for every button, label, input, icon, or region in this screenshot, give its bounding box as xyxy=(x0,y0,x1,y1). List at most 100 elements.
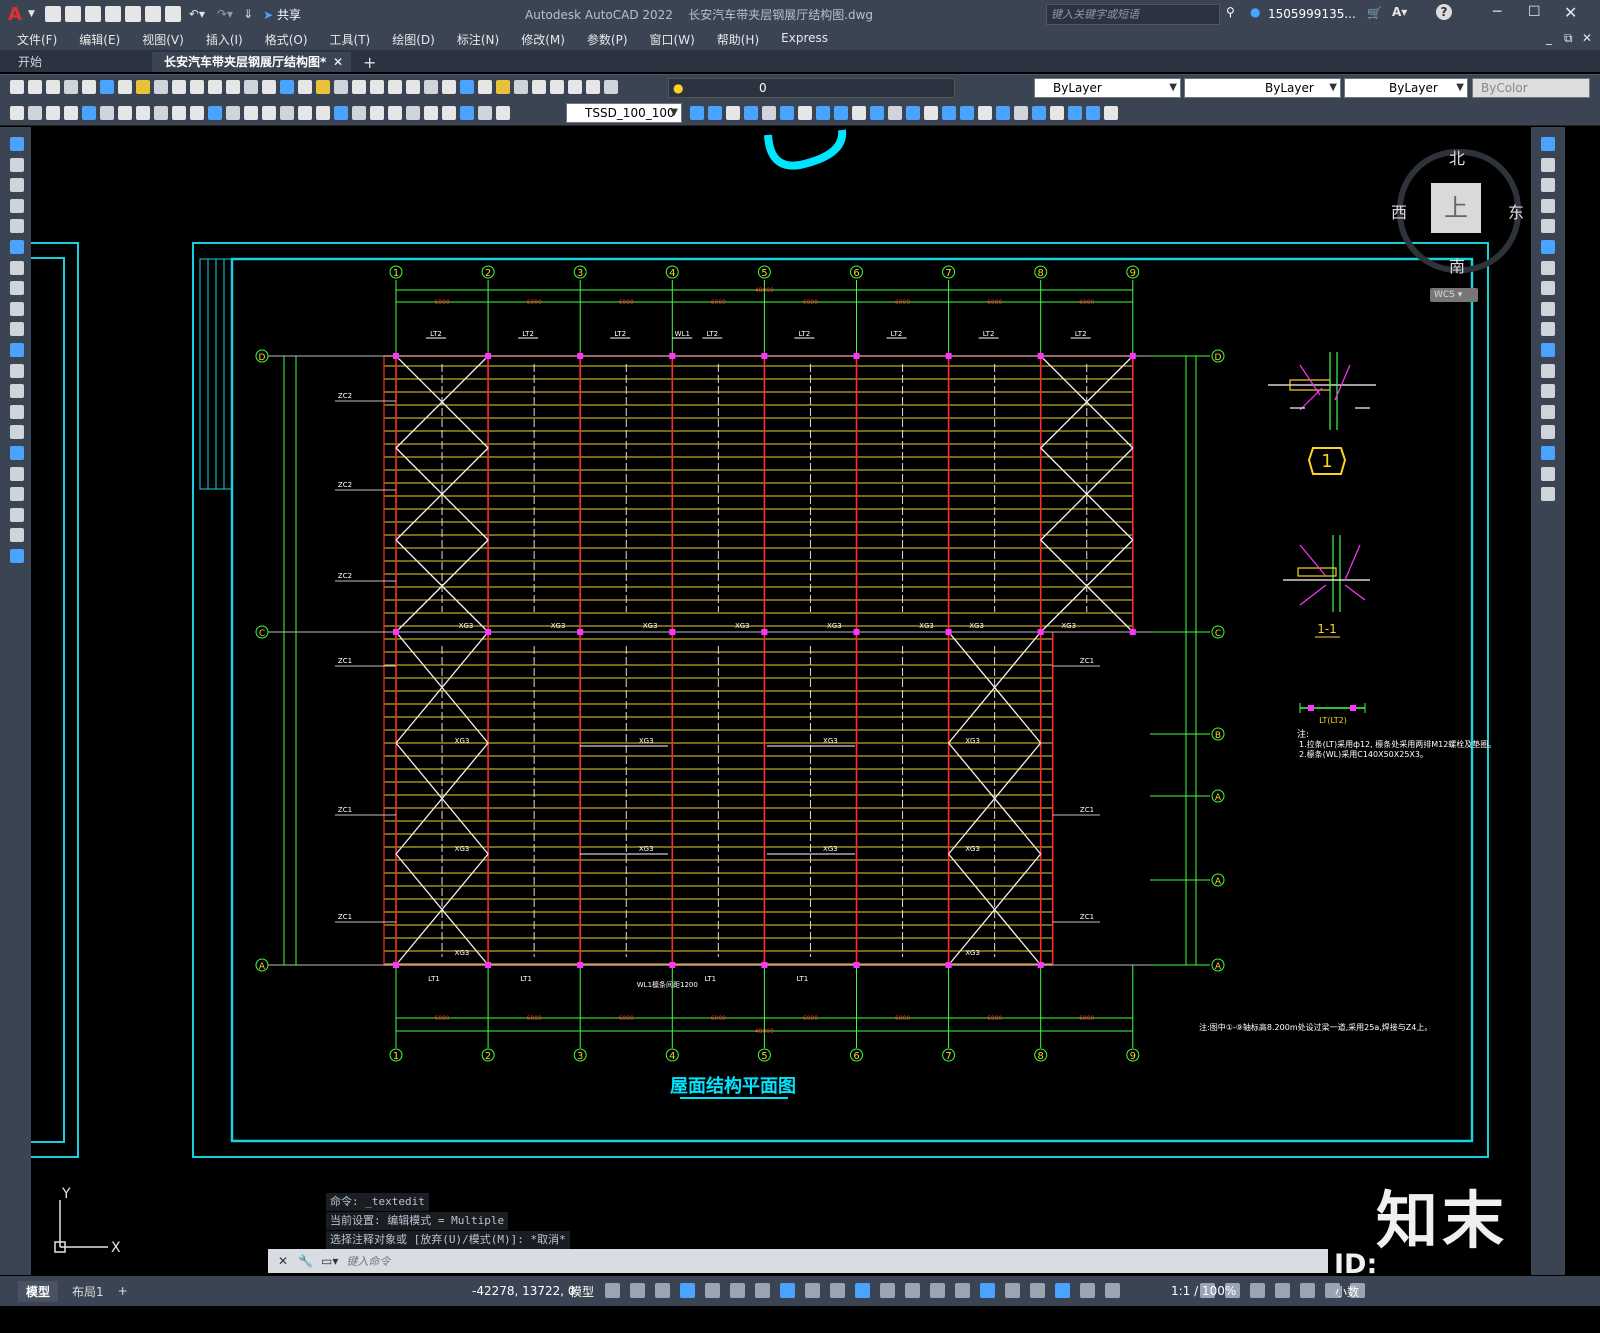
model-space-button[interactable]: 模型 xyxy=(570,1283,594,1300)
modify-side-tool-3-icon[interactable] xyxy=(1541,198,1555,213)
draw-tool-5-icon[interactable] xyxy=(10,240,24,254)
draw-tool-3-icon[interactable] xyxy=(10,198,24,213)
standard-tool-29-icon[interactable] xyxy=(532,79,546,94)
standard-tool-26-icon[interactable] xyxy=(478,79,492,94)
dim-tool-16-icon[interactable] xyxy=(298,105,312,120)
modify-side-tool-13-icon[interactable] xyxy=(1541,404,1555,419)
status-toggle-17-icon[interactable] xyxy=(1030,1283,1045,1298)
modify-tool-0-icon[interactable] xyxy=(690,105,704,120)
status-toggle-4-icon[interactable] xyxy=(705,1283,720,1298)
standard-tool-21-icon[interactable] xyxy=(388,79,402,94)
draw-tool-11-icon[interactable] xyxy=(10,363,24,378)
status-toggle-6-icon[interactable] xyxy=(755,1283,770,1298)
status-toggle-12-icon[interactable] xyxy=(905,1283,920,1298)
modify-side-tool-4-icon[interactable] xyxy=(1541,219,1555,234)
status-toggle-0-icon[interactable] xyxy=(605,1283,620,1298)
dim-tool-4-icon[interactable] xyxy=(82,105,96,120)
share-button[interactable]: ➤ 共享 xyxy=(263,6,301,23)
status-toggle-18-icon[interactable] xyxy=(1055,1283,1070,1298)
annotation-scale[interactable]: 1:1 / 100% xyxy=(1171,1284,1236,1298)
modify-tool-20-icon[interactable] xyxy=(1050,105,1064,120)
doc-restore-button[interactable]: ⧉ xyxy=(1564,31,1573,46)
menu-item-0[interactable]: 文件(F) xyxy=(6,31,68,48)
dim-tool-10-icon[interactable] xyxy=(190,105,204,120)
command-input[interactable]: 键入命令 xyxy=(346,1253,390,1269)
status-toggle-10-icon[interactable] xyxy=(855,1283,870,1298)
qat-save-icon[interactable] xyxy=(84,6,101,22)
standard-tool-10-icon[interactable] xyxy=(190,79,204,94)
standard-tool-18-icon[interactable] xyxy=(334,79,348,94)
viewcube[interactable]: 上 北 南 西 东 xyxy=(1391,149,1524,276)
standard-tool-11-icon[interactable] xyxy=(208,79,222,94)
menu-item-8[interactable]: 修改(M) xyxy=(510,31,576,48)
dim-tool-0-icon[interactable] xyxy=(10,105,24,120)
standard-tool-27-icon[interactable] xyxy=(496,79,510,94)
status-toggle-8-icon[interactable] xyxy=(805,1283,820,1298)
modify-tool-4-icon[interactable] xyxy=(762,105,776,120)
modify-side-tool-1-icon[interactable] xyxy=(1541,157,1555,172)
dim-tool-11-icon[interactable] xyxy=(208,105,222,120)
viewcube-west[interactable]: 西 xyxy=(1391,199,1407,223)
qat-publish-icon[interactable] xyxy=(144,6,161,22)
draw-tool-10-icon[interactable] xyxy=(10,343,24,357)
viewcube-east[interactable]: 东 xyxy=(1508,199,1524,223)
dim-tool-23-icon[interactable] xyxy=(424,105,438,120)
dim-tool-12-icon[interactable] xyxy=(226,105,240,120)
standard-tool-20-icon[interactable] xyxy=(370,79,384,94)
standard-tool-1-icon[interactable] xyxy=(28,79,42,94)
dim-tool-8-icon[interactable] xyxy=(154,105,168,120)
dim-tool-6-icon[interactable] xyxy=(118,105,132,120)
doc-minimize-button[interactable]: _ xyxy=(1546,31,1552,45)
tab-drawing[interactable]: 长安汽车带夹层钢展厅结构图* ✕ xyxy=(152,52,351,72)
draw-tool-12-icon[interactable] xyxy=(10,384,24,399)
dim-tool-21-icon[interactable] xyxy=(388,105,402,120)
modify-tool-11-icon[interactable] xyxy=(888,105,902,120)
dim-tool-20-icon[interactable] xyxy=(370,105,384,120)
maximize-button[interactable]: ☐ xyxy=(1528,4,1541,20)
dim-tool-7-icon[interactable] xyxy=(136,105,150,120)
viewcube-south[interactable]: 南 xyxy=(1449,253,1465,277)
plotstyle-dropdown[interactable]: ByColor xyxy=(1472,78,1590,98)
draw-tool-13-icon[interactable] xyxy=(10,404,24,419)
viewcube-north[interactable]: 北 xyxy=(1449,145,1465,169)
cart-icon[interactable]: 🛒 xyxy=(1367,6,1382,20)
status-toggle-5-icon[interactable] xyxy=(730,1283,745,1298)
modify-side-tool-10-icon[interactable] xyxy=(1541,343,1555,357)
modify-tool-1-icon[interactable] xyxy=(708,105,722,120)
modify-side-tool-8-icon[interactable] xyxy=(1541,301,1555,316)
dim-tool-24-icon[interactable] xyxy=(442,105,456,120)
dim-tool-26-icon[interactable] xyxy=(478,105,492,120)
qat-open-icon[interactable] xyxy=(64,6,81,22)
modify-side-tool-0-icon[interactable] xyxy=(1541,137,1555,151)
draw-tool-20-icon[interactable] xyxy=(10,549,24,563)
standard-tool-19-icon[interactable] xyxy=(352,79,366,94)
modify-tool-19-icon[interactable] xyxy=(1032,105,1046,120)
standard-tool-24-icon[interactable] xyxy=(442,79,456,94)
modify-side-tool-16-icon[interactable] xyxy=(1541,466,1555,481)
standard-tool-23-icon[interactable] xyxy=(424,79,438,94)
modify-side-tool-17-icon[interactable] xyxy=(1541,487,1555,502)
color-dropdown[interactable]: ByLayer ▼ xyxy=(1034,78,1181,98)
standard-tool-3-icon[interactable] xyxy=(64,79,78,94)
modify-side-tool-6-icon[interactable] xyxy=(1541,260,1555,275)
search-input[interactable]: 键入关键字或短语 xyxy=(1051,8,1139,21)
dim-tool-14-icon[interactable] xyxy=(262,105,276,120)
standard-tool-22-icon[interactable] xyxy=(406,79,420,94)
standard-tool-2-icon[interactable] xyxy=(46,79,60,94)
modify-tool-18-icon[interactable] xyxy=(1014,105,1028,120)
qat-redo-icon[interactable]: ↷▾ xyxy=(217,7,233,21)
dim-tool-9-icon[interactable] xyxy=(172,105,186,120)
modify-tool-16-icon[interactable] xyxy=(978,105,992,120)
menu-item-7[interactable]: 标注(N) xyxy=(446,31,510,48)
cad-drawing[interactable]: 1 1 2 2 3 3 4 4 5 5 6 6 7 7 8 8 9 9 48000 6000 6000 6000 6000 6… xyxy=(31,127,1531,1275)
dim-tool-18-icon[interactable] xyxy=(334,105,348,120)
standard-tool-9-icon[interactable] xyxy=(172,79,186,94)
standard-tool-16-icon[interactable] xyxy=(298,79,312,94)
search-box[interactable]: 键入关键字或短语 xyxy=(1046,4,1220,25)
standard-tool-7-icon[interactable] xyxy=(136,79,150,94)
draw-tool-6-icon[interactable] xyxy=(10,260,24,275)
modify-tool-8-icon[interactable] xyxy=(834,105,848,120)
menu-item-1[interactable]: 编辑(E) xyxy=(68,31,131,48)
wcs-menu[interactable]: WCS ▾ xyxy=(1430,288,1478,302)
modify-tool-12-icon[interactable] xyxy=(906,105,920,120)
